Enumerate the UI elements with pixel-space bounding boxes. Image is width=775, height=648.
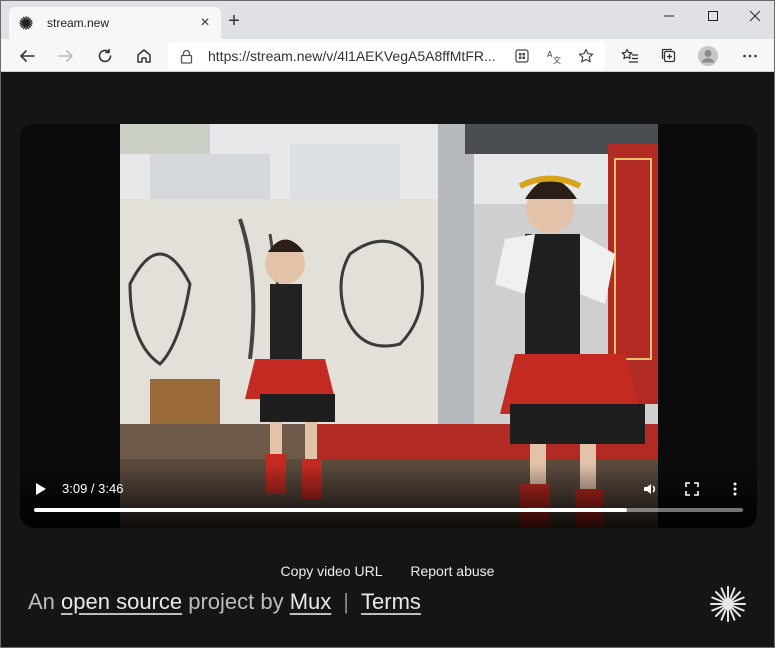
tab-title: stream.new (47, 16, 110, 30)
favorites-list-icon[interactable] (618, 44, 642, 68)
credit-line: An open source project by Mux | Terms (28, 589, 421, 615)
refresh-icon[interactable] (93, 44, 117, 68)
browser-toolbar: https://stream.new/v/4l1AEKVegA5A8ffMtFR… (1, 39, 774, 72)
starburst-logo-icon[interactable] (709, 585, 747, 623)
progress-bar[interactable] (34, 508, 743, 512)
settings-more-icon[interactable] (738, 44, 762, 68)
video-action-links: Copy video URL Report abuse (1, 563, 774, 579)
more-options-icon[interactable] (724, 478, 746, 500)
credit-separator: | (343, 589, 350, 614)
mux-link[interactable]: Mux (290, 589, 332, 614)
address-bar[interactable]: https://stream.new/v/4l1AEKVegA5A8ffMtFR… (168, 42, 605, 70)
new-tab-icon[interactable]: + (223, 11, 245, 33)
copy-video-url-link[interactable]: Copy video URL (281, 563, 383, 579)
progress-fill (34, 508, 627, 512)
terms-link[interactable]: Terms (361, 589, 421, 614)
starburst-favicon-icon (19, 16, 33, 30)
tab-close-icon[interactable]: × (197, 15, 213, 31)
browser-window: stream.new × + https://stream.new/v/4l1A… (0, 0, 775, 648)
app-grid-icon[interactable] (514, 48, 530, 64)
translate-icon[interactable]: A文 (546, 48, 562, 64)
svg-text:文: 文 (553, 55, 561, 64)
back-arrow-icon[interactable] (15, 44, 39, 68)
play-icon[interactable] (30, 478, 52, 500)
close-window-icon[interactable] (734, 1, 775, 31)
maximize-icon[interactable] (692, 1, 734, 31)
open-source-link[interactable]: open source (61, 589, 182, 614)
lock-icon[interactable] (180, 48, 194, 64)
credit-middle: project by (182, 589, 290, 614)
profile-avatar-icon[interactable] (696, 44, 720, 68)
tab-strip: stream.new × + (1, 1, 774, 39)
credit-prefix: An (28, 589, 62, 614)
minimize-icon[interactable] (648, 1, 690, 31)
video-player[interactable]: 3:09 / 3:46 (20, 124, 757, 528)
report-abuse-link[interactable]: Report abuse (410, 563, 494, 579)
collections-icon[interactable] (657, 44, 681, 68)
fullscreen-icon[interactable] (681, 478, 703, 500)
home-icon[interactable] (132, 44, 156, 68)
time-display: 3:09 / 3:46 (62, 481, 124, 496)
volume-icon[interactable] (639, 478, 661, 500)
forward-arrow-icon[interactable] (54, 44, 78, 68)
favorite-star-icon[interactable] (578, 48, 594, 64)
video-controls: 3:09 / 3:46 (20, 464, 757, 528)
tab-stream-new[interactable]: stream.new × (9, 7, 221, 39)
url-text[interactable]: https://stream.new/v/4l1AEKVegA5A8ffMtFR… (208, 48, 508, 64)
